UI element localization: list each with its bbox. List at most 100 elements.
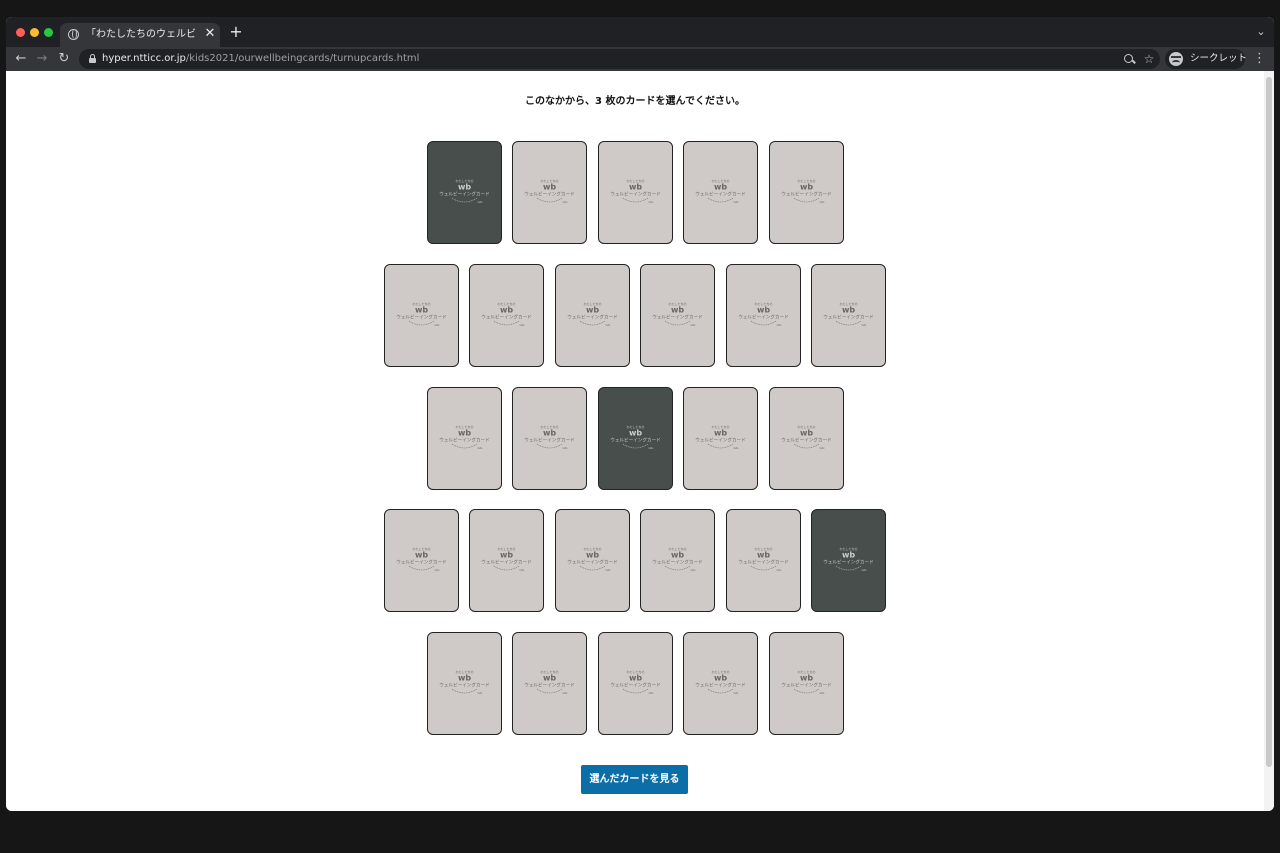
card-logo: わたしたちのwbウェルビーイングカードkids bbox=[738, 301, 789, 327]
svg-text:wb: wb bbox=[543, 429, 556, 438]
card-logo: わたしたちのwbウェルビーイングカードkids bbox=[781, 669, 832, 695]
card-logo: わたしたちのwbウェルビーイングカードkids bbox=[610, 424, 661, 450]
card-face-down[interactable]: わたしたちの wb ウェルビーイングカード kids bbox=[555, 264, 630, 367]
instruction-text: このなかから、3 枚のカードを選んでください。 bbox=[525, 96, 745, 107]
back-arrow-icon[interactable]: ← bbox=[12, 50, 30, 68]
svg-text:ウェルビーイングカード: ウェルビーイングカード bbox=[781, 191, 832, 198]
card-selected[interactable]: わたしたちの wb ウェルビーイングカード kids bbox=[598, 387, 673, 490]
svg-text:ウェルビーイングカード: ウェルビーイングカード bbox=[524, 191, 575, 198]
card-selected[interactable]: わたしたちの wb ウェルビーイングカード kids bbox=[811, 509, 886, 612]
card-logo: わたしたちのwbウェルビーイングカードkids bbox=[481, 301, 532, 327]
svg-text:wb: wb bbox=[543, 674, 556, 683]
svg-text:kids: kids bbox=[435, 324, 441, 327]
svg-text:wb: wb bbox=[714, 674, 727, 683]
more-menu-icon[interactable]: ⋮ bbox=[1253, 50, 1266, 68]
card-face-down[interactable]: わたしたちの wb ウェルビーイングカード kids bbox=[769, 141, 844, 244]
svg-text:kids: kids bbox=[734, 692, 740, 695]
card-logo: わたしたちのwbウェルビーイングカードkids bbox=[823, 546, 874, 572]
card-face-down[interactable]: わたしたちの wb ウェルビーイングカード kids bbox=[769, 387, 844, 490]
card-face-down[interactable]: わたしたちの wb ウェルビーイングカード kids bbox=[726, 264, 801, 367]
svg-text:ウェルビーイングカード: ウェルビーイングカード bbox=[396, 314, 447, 321]
card-face-down[interactable]: わたしたちの wb ウェルビーイングカード kids bbox=[427, 387, 502, 490]
card-face-down[interactable]: わたしたちの wb ウェルビーイングカード kids bbox=[640, 264, 715, 367]
card-face-down[interactable]: わたしたちの wb ウェルビーイングカード kids bbox=[512, 387, 587, 490]
lock-icon[interactable] bbox=[89, 54, 96, 63]
tab-active[interactable]: 「わたしたちのウェルビーイングカード」 ✕ bbox=[60, 23, 220, 47]
forward-arrow-icon[interactable]: → bbox=[33, 50, 51, 68]
card-face-down[interactable]: わたしたちの wb ウェルビーイングカード kids bbox=[811, 264, 886, 367]
card-face-down[interactable]: わたしたちの wb ウェルビーイングカード kids bbox=[683, 387, 758, 490]
card-selected[interactable]: わたしたちの wb ウェルビーイングカード kids bbox=[427, 141, 502, 244]
svg-text:kids: kids bbox=[691, 569, 697, 572]
svg-text:wb: wb bbox=[800, 674, 813, 683]
card-logo: わたしたちのwbウェルビーイングカードkids bbox=[481, 546, 532, 572]
zoom-icon[interactable] bbox=[1122, 52, 1136, 66]
url-path: /kids2021/ourwellbeingcards/turnupcards.… bbox=[185, 53, 420, 64]
bookmark-star-icon[interactable]: ☆ bbox=[1142, 51, 1156, 67]
minimize-window-button[interactable] bbox=[30, 28, 39, 37]
card-face-down[interactable]: わたしたちの wb ウェルビーイングカード kids bbox=[555, 509, 630, 612]
svg-text:kids: kids bbox=[563, 201, 569, 204]
svg-text:wb: wb bbox=[629, 183, 642, 192]
card-face-down[interactable]: わたしたちの wb ウェルビーイングカード kids bbox=[469, 264, 544, 367]
svg-text:wb: wb bbox=[671, 306, 684, 315]
tab-search-chevron-icon[interactable]: ⌄ bbox=[1254, 25, 1268, 39]
close-tab-icon[interactable]: ✕ bbox=[204, 27, 216, 41]
card-logo: わたしたちのwbウェルビーイングカードkids bbox=[439, 669, 490, 695]
reload-icon[interactable]: ↻ bbox=[55, 50, 73, 68]
card-face-down[interactable]: わたしたちの wb ウェルビーイングカード kids bbox=[769, 632, 844, 735]
incognito-profile-button[interactable]: シークレット bbox=[1165, 49, 1247, 69]
svg-text:ウェルビーイングカード: ウェルビーイングカード bbox=[524, 437, 575, 444]
svg-text:ウェルビーイングカード: ウェルビーイングカード bbox=[481, 314, 532, 321]
card-face-down[interactable]: わたしたちの wb ウェルビーイングカード kids bbox=[598, 141, 673, 244]
svg-text:wb: wb bbox=[757, 551, 770, 560]
svg-text:kids: kids bbox=[520, 324, 526, 327]
card-face-down[interactable]: わたしたちの wb ウェルビーイングカード kids bbox=[384, 264, 459, 367]
card-logo: わたしたちのwbウェルビーイングカードkids bbox=[524, 178, 575, 204]
svg-text:ウェルビーイングカード: ウェルビーイングカード bbox=[610, 682, 661, 689]
card-logo: わたしたちのwbウェルビーイングカードkids bbox=[524, 669, 575, 695]
svg-text:wb: wb bbox=[458, 674, 471, 683]
svg-text:wb: wb bbox=[415, 306, 428, 315]
svg-text:ウェルビーイングカード: ウェルビーイングカード bbox=[695, 682, 746, 689]
card-logo: わたしたちのwbウェルビーイングカードkids bbox=[396, 301, 447, 327]
new-tab-button[interactable]: + bbox=[228, 24, 244, 40]
tab-strip: 「わたしたちのウェルビーイングカード」 ✕ + ⌄ bbox=[6, 17, 1274, 47]
svg-text:kids: kids bbox=[478, 692, 484, 695]
view-selected-cards-button[interactable]: 選んだカードを見る bbox=[581, 765, 688, 794]
svg-text:ウェルビーイングカード: ウェルビーイングカード bbox=[781, 682, 832, 689]
url-text[interactable]: hyper.ntticc.or.jp/kids2021/ourwellbeing… bbox=[102, 52, 419, 66]
maximize-window-button[interactable] bbox=[44, 28, 53, 37]
card-face-down[interactable]: わたしたちの wb ウェルビーイングカード kids bbox=[640, 509, 715, 612]
card-face-down[interactable]: わたしたちの wb ウェルビーイングカード kids bbox=[427, 632, 502, 735]
scrollbar[interactable] bbox=[1264, 71, 1274, 811]
close-window-button[interactable] bbox=[16, 28, 25, 37]
card-face-down[interactable]: わたしたちの wb ウェルビーイングカード kids bbox=[469, 509, 544, 612]
address-bar[interactable]: hyper.ntticc.or.jp/kids2021/ourwellbeing… bbox=[79, 49, 1160, 69]
card-face-down[interactable]: わたしたちの wb ウェルビーイングカード kids bbox=[683, 632, 758, 735]
svg-text:wb: wb bbox=[500, 306, 513, 315]
svg-text:kids: kids bbox=[691, 324, 697, 327]
card-logo: わたしたちのwbウェルビーイングカードkids bbox=[781, 424, 832, 450]
card-face-down[interactable]: わたしたちの wb ウェルビーイングカード kids bbox=[683, 141, 758, 244]
svg-text:wb: wb bbox=[586, 306, 599, 315]
svg-text:kids: kids bbox=[649, 447, 655, 450]
card-face-down[interactable]: わたしたちの wb ウェルビーイングカード kids bbox=[512, 141, 587, 244]
svg-text:wb: wb bbox=[629, 674, 642, 683]
card-face-down[interactable]: わたしたちの wb ウェルビーイングカード kids bbox=[598, 632, 673, 735]
svg-text:wb: wb bbox=[629, 429, 642, 438]
svg-text:ウェルビーイングカード: ウェルビーイングカード bbox=[781, 437, 832, 444]
card-face-down[interactable]: わたしたちの wb ウェルビーイングカード kids bbox=[384, 509, 459, 612]
scrollbar-thumb[interactable] bbox=[1266, 77, 1272, 767]
svg-text:ウェルビーイングカード: ウェルビーイングカード bbox=[695, 191, 746, 198]
card-logo: わたしたちのwbウェルビーイングカードkids bbox=[439, 424, 490, 450]
card-face-down[interactable]: わたしたちの wb ウェルビーイングカード kids bbox=[726, 509, 801, 612]
incognito-icon bbox=[1169, 52, 1183, 66]
svg-text:ウェルビーイングカード: ウェルビーイングカード bbox=[396, 559, 447, 566]
card-face-down[interactable]: わたしたちの wb ウェルビーイングカード kids bbox=[512, 632, 587, 735]
svg-text:ウェルビーイングカード: ウェルビーイングカード bbox=[439, 437, 490, 444]
svg-text:kids: kids bbox=[649, 692, 655, 695]
card-logo: わたしたちのwbウェルビーイングカードkids bbox=[439, 178, 490, 204]
svg-text:kids: kids bbox=[478, 201, 484, 204]
svg-text:kids: kids bbox=[520, 569, 526, 572]
